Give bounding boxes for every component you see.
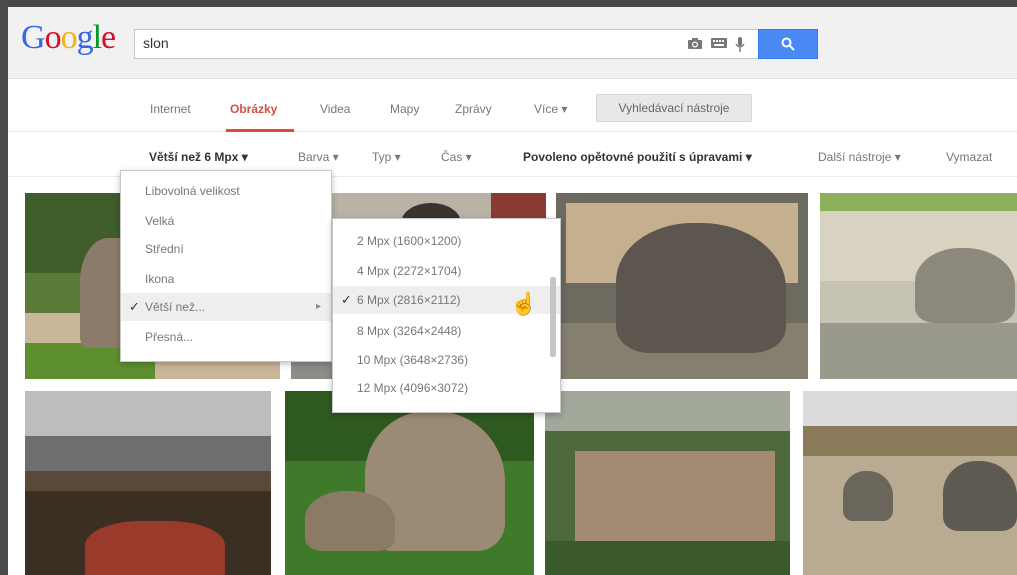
camera-icon[interactable]	[687, 37, 703, 53]
checkmark-icon: ✓	[341, 292, 352, 307]
logo-letter: g	[76, 19, 94, 56]
clear-filters-link[interactable]: Vymazat	[946, 150, 992, 164]
image-result[interactable]	[820, 193, 1017, 379]
size-option-any[interactable]: Libovolná velikost	[121, 177, 331, 205]
filter-usage-rights[interactable]: Povoleno opětovné použití s úpravami ▾	[523, 150, 752, 164]
menu-item-label: 6 Mpx (2816×2112)	[357, 293, 461, 307]
submenu-scrollbar[interactable]	[550, 277, 556, 357]
microphone-icon[interactable]	[735, 37, 745, 56]
hand-pointer-cursor-icon: ☝	[510, 291, 538, 316]
image-result[interactable]	[556, 193, 808, 379]
image-result[interactable]	[25, 391, 271, 575]
mpx-option[interactable]: 12 Mpx (4096×3072)	[333, 374, 560, 402]
filter-type[interactable]: Typ ▾	[372, 150, 401, 164]
logo-letter: l	[92, 19, 103, 56]
filter-color[interactable]: Barva ▾	[298, 150, 339, 164]
tab-images[interactable]: Obrázky	[230, 102, 277, 116]
browser-page: Google Internet Obrázky Videa Mapy Zpráv…	[0, 0, 1017, 575]
logo-letter: e	[101, 19, 116, 56]
search-button[interactable]	[758, 29, 818, 59]
mpx-option[interactable]: 8 Mpx (3264×2448)	[333, 317, 560, 345]
size-option-large[interactable]: Velká	[121, 207, 331, 235]
search-icon	[781, 37, 795, 51]
image-result[interactable]	[545, 391, 790, 575]
search-box	[134, 29, 759, 59]
logo-letter: o	[60, 19, 78, 56]
logo-letter: o	[44, 19, 62, 56]
submenu-arrow-icon: ▸	[315, 301, 321, 312]
tab-internet[interactable]: Internet	[150, 102, 191, 116]
filter-time[interactable]: Čas ▾	[441, 150, 472, 164]
tab-maps[interactable]: Mapy	[390, 102, 419, 116]
menu-item-label: Větší než...	[145, 300, 206, 314]
checkmark-icon: ✓	[129, 299, 140, 314]
mpx-option[interactable]: 2 Mpx (1600×1200)	[333, 227, 560, 255]
filter-more-tools[interactable]: Další nástroje ▾	[818, 150, 901, 164]
tab-videos[interactable]: Videa	[320, 102, 350, 116]
search-tools-button[interactable]: Vyhledávací nástroje	[596, 94, 752, 122]
tab-news[interactable]: Zprávy	[455, 102, 492, 116]
logo-letter: G	[21, 19, 46, 56]
size-dropdown-menu: Libovolná velikost Velká Střední Ikona ✓…	[120, 170, 332, 362]
size-option-larger-than[interactable]: ✓ Větší než... ▸	[121, 293, 331, 321]
filter-size[interactable]: Větší než 6 Mpx ▾	[149, 150, 248, 164]
google-logo[interactable]: Google	[21, 19, 116, 57]
image-result[interactable]	[285, 391, 534, 575]
mpx-option[interactable]: 4 Mpx (2272×1704)	[333, 257, 560, 285]
tab-more[interactable]: Více ▾	[534, 102, 567, 116]
search-input[interactable]	[143, 35, 643, 51]
image-result[interactable]	[803, 391, 1017, 575]
size-option-exact[interactable]: Přesná...	[121, 323, 331, 351]
mpx-option[interactable]: 10 Mpx (3648×2736)	[333, 346, 560, 374]
size-option-icon[interactable]: Ikona	[121, 265, 331, 293]
active-tab-indicator	[226, 129, 294, 132]
search-tabs: Internet Obrázky Videa Mapy Zprávy Více …	[8, 80, 1017, 132]
header: Google	[8, 7, 1017, 79]
keyboard-icon[interactable]	[711, 37, 727, 52]
size-option-medium[interactable]: Střední	[121, 235, 331, 263]
